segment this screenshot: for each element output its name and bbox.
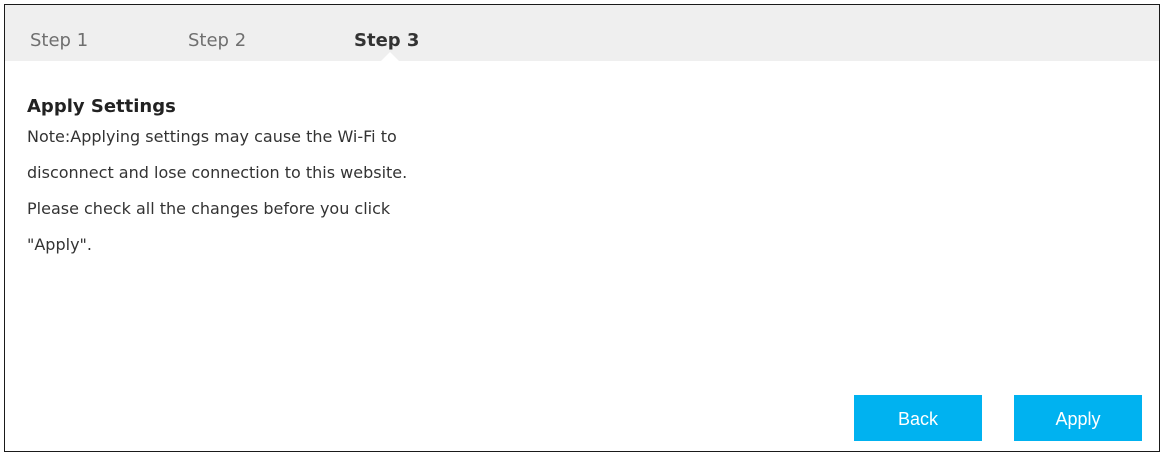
step-1-tab[interactable]: Step 1 <box>30 5 88 61</box>
wizard-panel: Step 1 Step 2 Step 3 Apply Settings Note… <box>4 4 1160 452</box>
note-line: "Apply". <box>27 235 92 254</box>
step-2-tab[interactable]: Step 2 <box>188 5 246 61</box>
note-line: disconnect and lose connection to this w… <box>27 163 408 182</box>
back-button[interactable]: Back <box>854 395 982 441</box>
active-step-pointer-icon <box>381 52 399 61</box>
note-line: Note:Applying settings may cause the Wi-… <box>27 127 397 146</box>
apply-button[interactable]: Apply <box>1014 395 1142 441</box>
section-title: Apply Settings <box>27 96 176 117</box>
note-line: Please check all the changes before you … <box>27 199 391 218</box>
step-progress-bar: Step 1 Step 2 Step 3 <box>5 5 1159 61</box>
apply-settings-section: Apply Settings Note:Applying settings ma… <box>27 95 407 255</box>
